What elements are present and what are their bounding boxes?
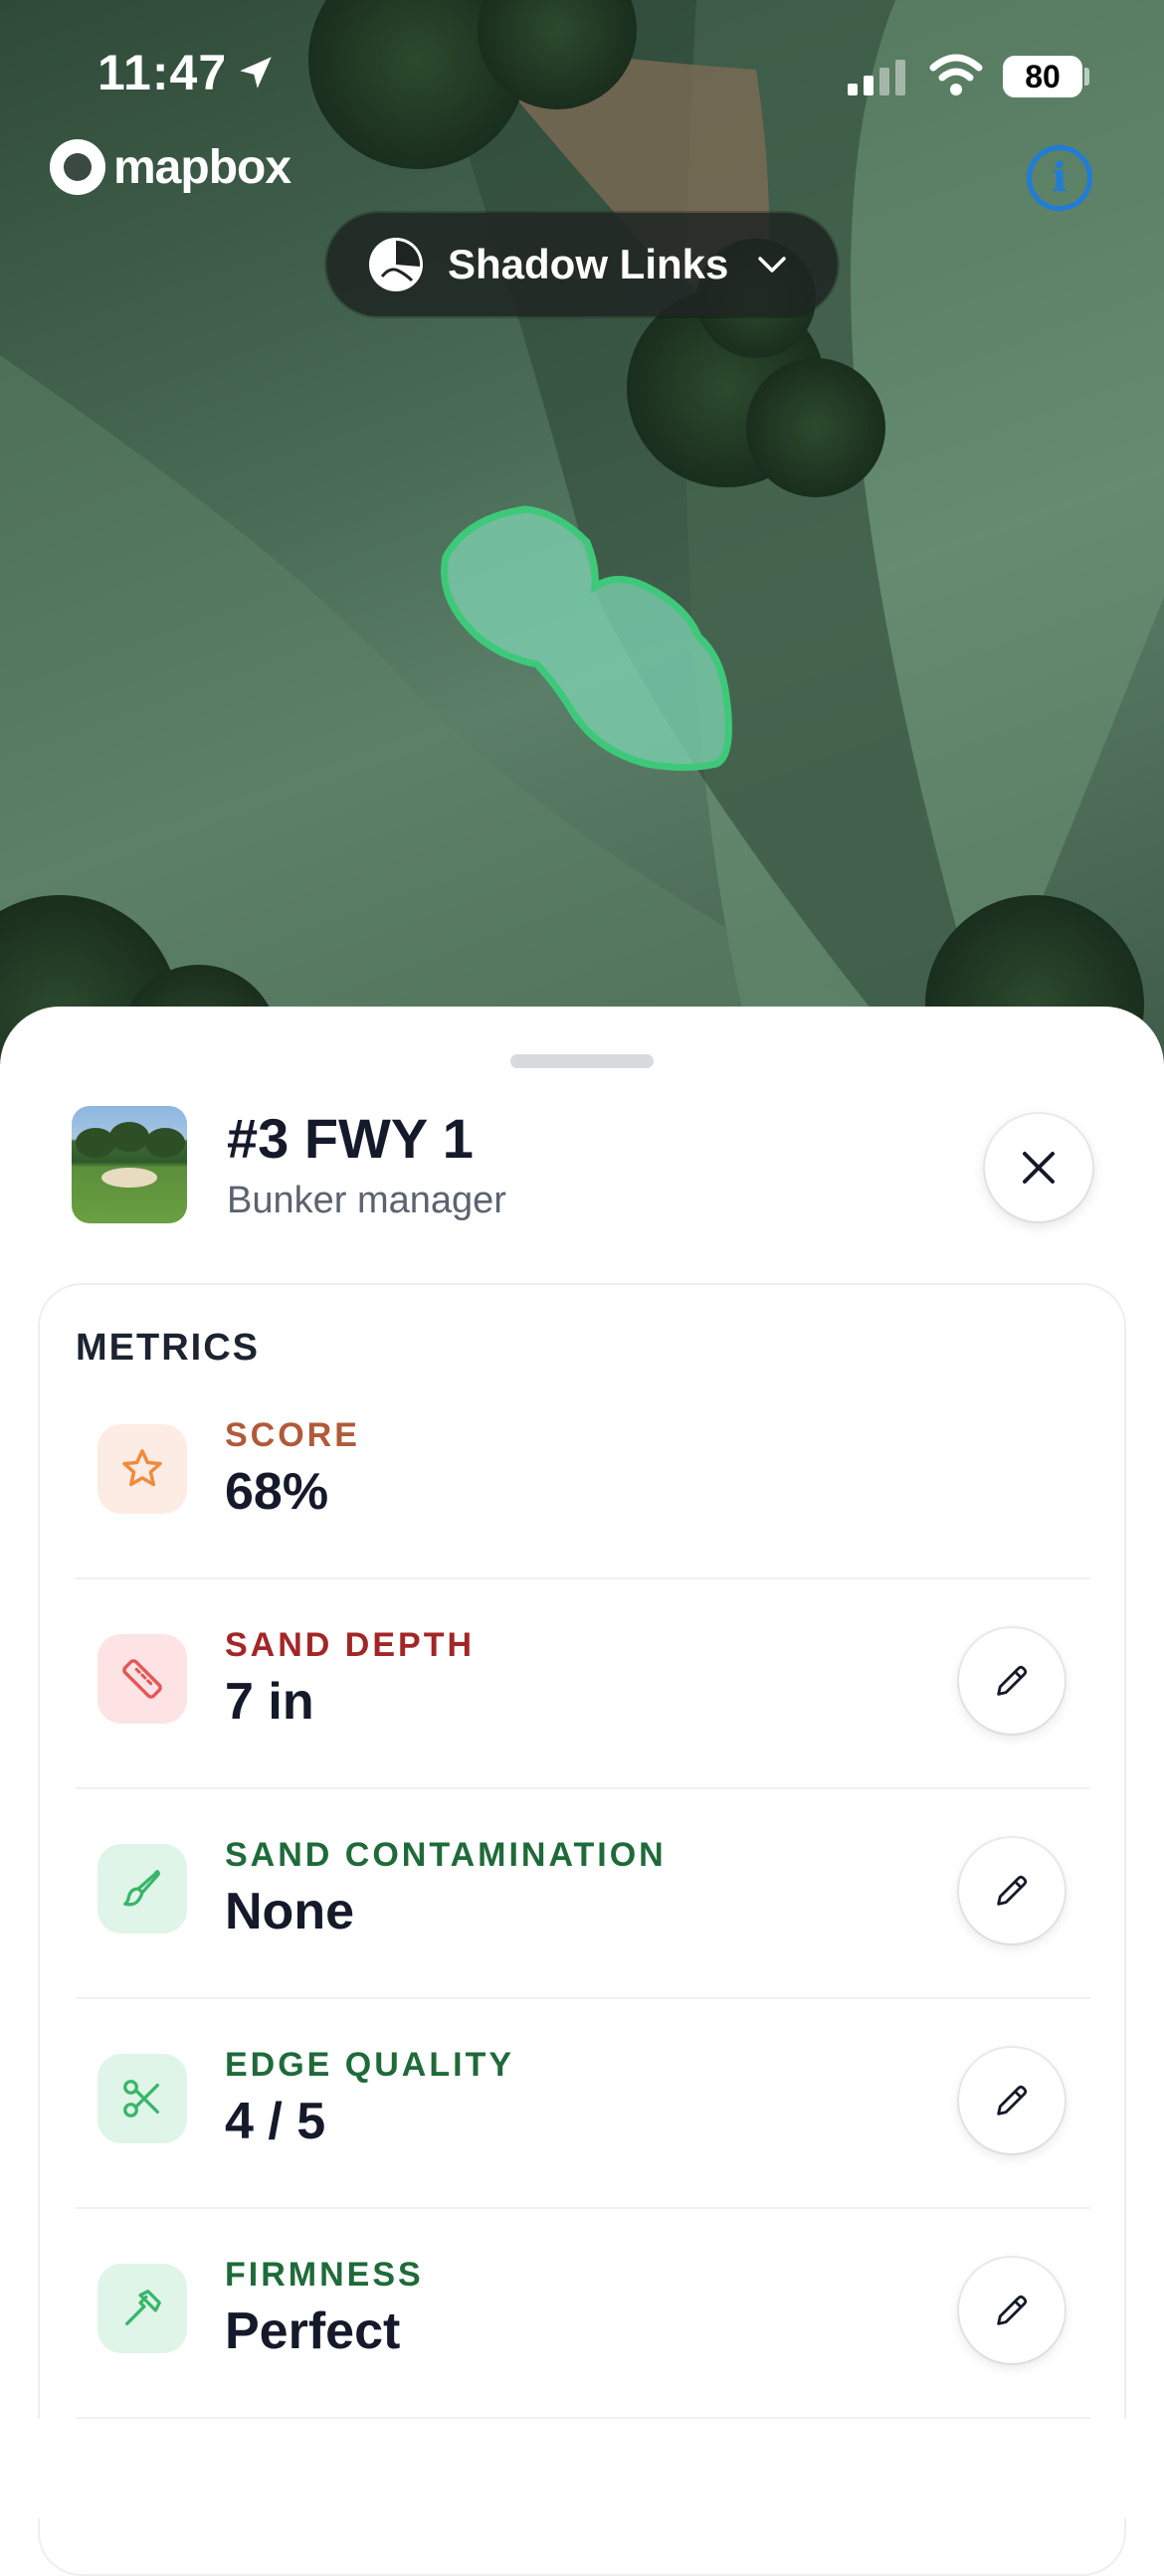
wifi-icon xyxy=(929,54,983,102)
status-bar: 11:47 80 xyxy=(0,0,1164,149)
star-icon xyxy=(97,1424,187,1514)
cellular-signal-icon xyxy=(846,58,909,102)
metric-label: SCORE xyxy=(225,1416,360,1454)
scissors-icon xyxy=(97,2054,187,2143)
metric-row-firmness: FIRMNESS Perfect xyxy=(76,2208,1090,2419)
ruler-icon xyxy=(97,1634,187,1724)
metric-value: Perfect xyxy=(225,2302,401,2360)
course-selector[interactable]: Shadow Links xyxy=(326,213,838,316)
brush-icon xyxy=(97,1844,187,1933)
edit-edge-quality-button[interactable] xyxy=(959,2048,1065,2153)
pencil-icon xyxy=(997,2295,1028,2325)
bunker-thumbnail xyxy=(72,1106,187,1223)
metric-value: 7 in xyxy=(225,1673,314,1731)
metric-row-edge-quality: EDGE QUALITY 4 / 5 xyxy=(76,1998,1090,2209)
edit-firmness-button[interactable] xyxy=(959,2258,1065,2363)
close-icon xyxy=(1023,1152,1055,1184)
edit-sand-depth-button[interactable] xyxy=(959,1628,1065,1734)
mapbox-attribution[interactable]: mapbox xyxy=(50,139,291,195)
sheet-grabber[interactable] xyxy=(510,1054,654,1068)
course-logo-icon xyxy=(368,237,424,292)
mapbox-wordmark: mapbox xyxy=(113,140,291,194)
metric-label: FIRMNESS xyxy=(225,2256,424,2294)
bottom-safe-area xyxy=(0,2419,1164,2518)
sheet-title: #3 FWY 1 xyxy=(227,1107,474,1170)
satellite-map[interactable]: 11:47 80 mapbox i Shadow Links xyxy=(0,0,1164,1064)
metric-label: SAND CONTAMINATION xyxy=(225,1836,667,1874)
chevron-down-icon xyxy=(756,253,788,281)
metric-label: SAND DEPTH xyxy=(225,1626,476,1664)
metric-label: EDGE QUALITY xyxy=(225,2046,515,2084)
battery-indicator: 80 xyxy=(1003,56,1082,97)
metric-row-score: SCORE 68% xyxy=(76,1369,1090,1579)
info-icon[interactable]: i xyxy=(1027,145,1092,211)
metric-value: 4 / 5 xyxy=(225,2093,326,2150)
close-button[interactable] xyxy=(985,1114,1092,1221)
metric-value: 68% xyxy=(225,1463,329,1521)
status-time: 11:47 xyxy=(97,45,228,100)
metrics-section-title: METRICS xyxy=(76,1327,260,1369)
course-name: Shadow Links xyxy=(448,241,729,287)
pencil-icon xyxy=(997,1875,1028,1906)
metric-row-sand-contamination: SAND CONTAMINATION None xyxy=(76,1788,1090,1999)
battery-tip xyxy=(1084,68,1089,86)
pencil-icon xyxy=(997,2085,1028,2116)
hammer-icon xyxy=(97,2264,187,2353)
location-arrow-icon xyxy=(235,52,277,98)
metric-row-sand-depth: SAND DEPTH 7 in xyxy=(76,1578,1090,1789)
pencil-icon xyxy=(997,1665,1028,1696)
sheet-subtitle: Bunker manager xyxy=(227,1180,506,1221)
metric-value: None xyxy=(225,1883,354,1940)
mapbox-logo-icon xyxy=(50,139,105,195)
edit-sand-contamination-button[interactable] xyxy=(959,1838,1065,1943)
